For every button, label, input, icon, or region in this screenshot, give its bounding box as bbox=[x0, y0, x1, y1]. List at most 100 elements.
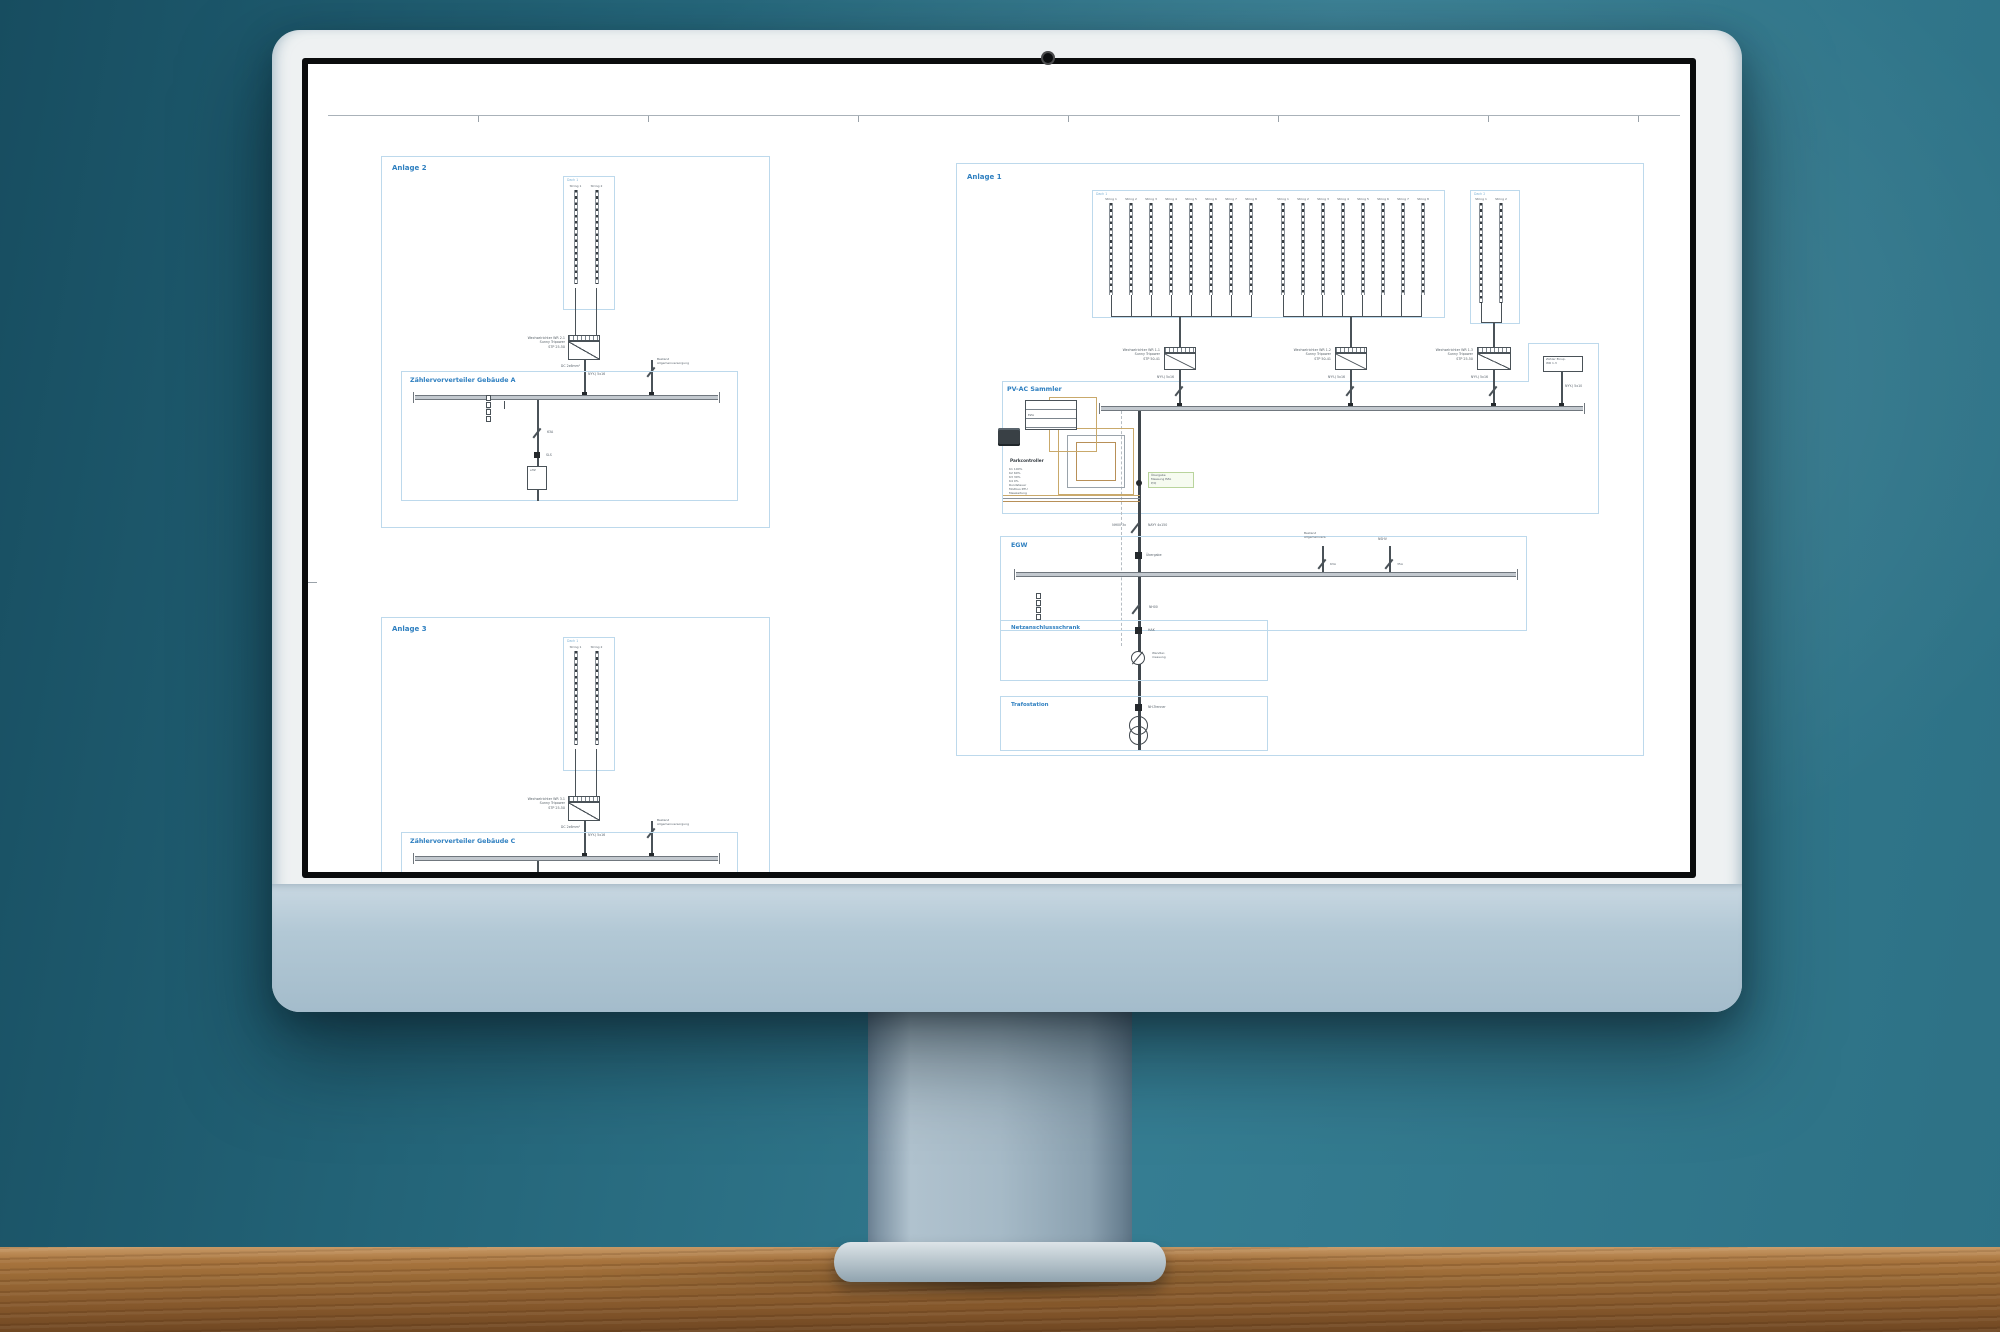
inverter-symbol bbox=[568, 341, 600, 360]
dc-wire bbox=[1231, 295, 1232, 316]
pv-string-label: String 4 bbox=[1165, 197, 1177, 201]
feeder-label-right: NAYY 4x150 bbox=[1148, 523, 1167, 527]
pv-string-label: String 1 bbox=[570, 184, 582, 188]
dc-wire bbox=[1111, 295, 1112, 316]
pv-string: String 7 bbox=[1393, 197, 1413, 295]
pv-module-chain bbox=[1249, 203, 1253, 295]
dc-wire bbox=[596, 288, 597, 335]
ac-drop-label: NYY-J 5x16 bbox=[1140, 375, 1174, 379]
frame-left-mark bbox=[308, 582, 317, 583]
device-square bbox=[1135, 627, 1142, 634]
pv-string: String 2 bbox=[1293, 197, 1313, 295]
anlage3-feed2-labels: BestandAllgemeinversorgung bbox=[657, 819, 689, 827]
pv-module-chain bbox=[1381, 203, 1385, 295]
imac-stand-neck bbox=[868, 1006, 1132, 1250]
control-wire bbox=[1003, 498, 1140, 499]
wr2-labels: Wechselrichter WR 1.2Sunny TripowerSTP 5… bbox=[1267, 348, 1331, 361]
dc-feed bbox=[1179, 316, 1181, 347]
ac-drop-label: NYY-J 5x16 bbox=[1454, 375, 1488, 379]
fuse-icon bbox=[486, 395, 491, 401]
gen-meter-drop-label: NYY-J 5x10 bbox=[1565, 384, 1582, 388]
pv-string-label: String 7 bbox=[1397, 197, 1409, 201]
pv-string: String 4 bbox=[1161, 197, 1181, 295]
device-square-label: Übergabe bbox=[1146, 553, 1162, 557]
pv-string-label: String 8 bbox=[1245, 197, 1257, 201]
pv-module-chain bbox=[1421, 203, 1425, 295]
pv-module-chain bbox=[1499, 203, 1503, 303]
pv-string: String 1 bbox=[565, 645, 586, 745]
pv-string-label: String 1 bbox=[1105, 197, 1117, 201]
dc-wire bbox=[1481, 303, 1482, 322]
screen-bezel: Anlage 2 Dach 1 String 1String 2 Wechsel… bbox=[302, 58, 1696, 878]
inverter-symbol-wr3 bbox=[1477, 353, 1511, 370]
device-square bbox=[1135, 704, 1142, 711]
switch-icon bbox=[1486, 386, 1500, 397]
pv-string-label: String 1 bbox=[570, 645, 582, 649]
ac-drop-label: NYY-J 5x16 bbox=[1311, 375, 1345, 379]
inverter-symbol-wr1 bbox=[1164, 353, 1196, 370]
measure-tap-label: ÜbergabeMessung EZAP/Q bbox=[1148, 472, 1194, 488]
dc-wire bbox=[1342, 295, 1343, 316]
pv-string-label: String 1 bbox=[1475, 197, 1487, 201]
frame-tick bbox=[858, 116, 859, 122]
dc-wire bbox=[1381, 295, 1382, 316]
inverter-label-line: STP 25-50 bbox=[548, 345, 565, 349]
pv-string-label: String 2 bbox=[1297, 197, 1309, 201]
pv-string: String 5 bbox=[1353, 197, 1373, 295]
screen-content: Anlage 2 Dach 1 String 1String 2 Wechsel… bbox=[308, 64, 1690, 872]
pv-module-chain bbox=[1129, 203, 1133, 295]
pv-string: String 7 bbox=[1221, 197, 1241, 295]
inverter-label-line: STP 25-50 bbox=[548, 806, 565, 810]
egw-busbar bbox=[1016, 572, 1516, 577]
pv-string: String 8 bbox=[1413, 197, 1433, 295]
switch-icon bbox=[1128, 523, 1142, 534]
pv-module-chain bbox=[1169, 203, 1173, 295]
controller-legend: K1 100%K2 60%K3 30%K4 0%RundsteuerModbus… bbox=[1009, 467, 1028, 495]
pv-module-chain bbox=[1361, 203, 1365, 295]
switch-icon bbox=[1343, 386, 1357, 397]
busbar bbox=[415, 395, 718, 400]
dc-wire bbox=[1501, 303, 1502, 322]
pv-string-label: String 1 bbox=[1277, 197, 1289, 201]
pv-module-chain bbox=[595, 190, 599, 284]
inverter-label-line: STP 25-50 bbox=[1456, 357, 1473, 361]
pv-module-chain bbox=[1209, 203, 1213, 295]
dc-feed bbox=[1350, 316, 1352, 347]
anlage2-roof-label: Dach 1 bbox=[567, 178, 578, 182]
anlage3-inverter-labels: Wechselrichter WR 3.1Sunny TripowerSTP 2… bbox=[501, 797, 565, 810]
pv-module-chain bbox=[1281, 203, 1285, 295]
pv-string: String 1 bbox=[1101, 197, 1121, 295]
dc-wire bbox=[1171, 295, 1172, 316]
busbar bbox=[415, 856, 718, 861]
pv-string: String 2 bbox=[586, 184, 607, 284]
pv-string-label: String 2 bbox=[591, 184, 603, 188]
egw-drop-label: Allgemeinvers. bbox=[1304, 536, 1326, 540]
anlage2-feed2-labels: BestandAllgemeinversorgung bbox=[657, 358, 689, 366]
dc-cable-label: DC 2x6mm² bbox=[522, 364, 580, 368]
fuse-tap bbox=[504, 401, 505, 409]
measurement-meter-icon bbox=[1131, 651, 1145, 665]
dc-wire bbox=[1322, 295, 1323, 316]
pv-string-label: String 5 bbox=[1357, 197, 1369, 201]
device-square-label: SLS bbox=[546, 453, 552, 457]
dc-wire bbox=[1151, 295, 1152, 316]
switch-icon bbox=[530, 428, 544, 439]
pv-string-label: String 5 bbox=[1185, 197, 1197, 201]
fuse-icon bbox=[486, 409, 491, 415]
pv-string-label: String 3 bbox=[1317, 197, 1329, 201]
dc-wire bbox=[575, 749, 576, 796]
pv-string-label: String 2 bbox=[1125, 197, 1137, 201]
device-square-label: NH-Trenner bbox=[1148, 705, 1166, 709]
anlage3-panel-title: Zählervorverteiler Gebäude C bbox=[410, 838, 515, 845]
dc-wire bbox=[1303, 295, 1304, 316]
imac-stand-foot bbox=[834, 1242, 1166, 1282]
main-drop bbox=[537, 861, 539, 872]
egw-drop2-label: NSHV bbox=[1378, 537, 1387, 541]
frame-tick bbox=[1488, 116, 1489, 122]
transformer-icon bbox=[1129, 726, 1148, 745]
pv-module-chain bbox=[1301, 203, 1305, 295]
pv-module-chain bbox=[574, 651, 578, 745]
device-square bbox=[1135, 552, 1142, 559]
control-wire bbox=[1003, 501, 1140, 502]
control-wire bbox=[1003, 495, 1140, 496]
